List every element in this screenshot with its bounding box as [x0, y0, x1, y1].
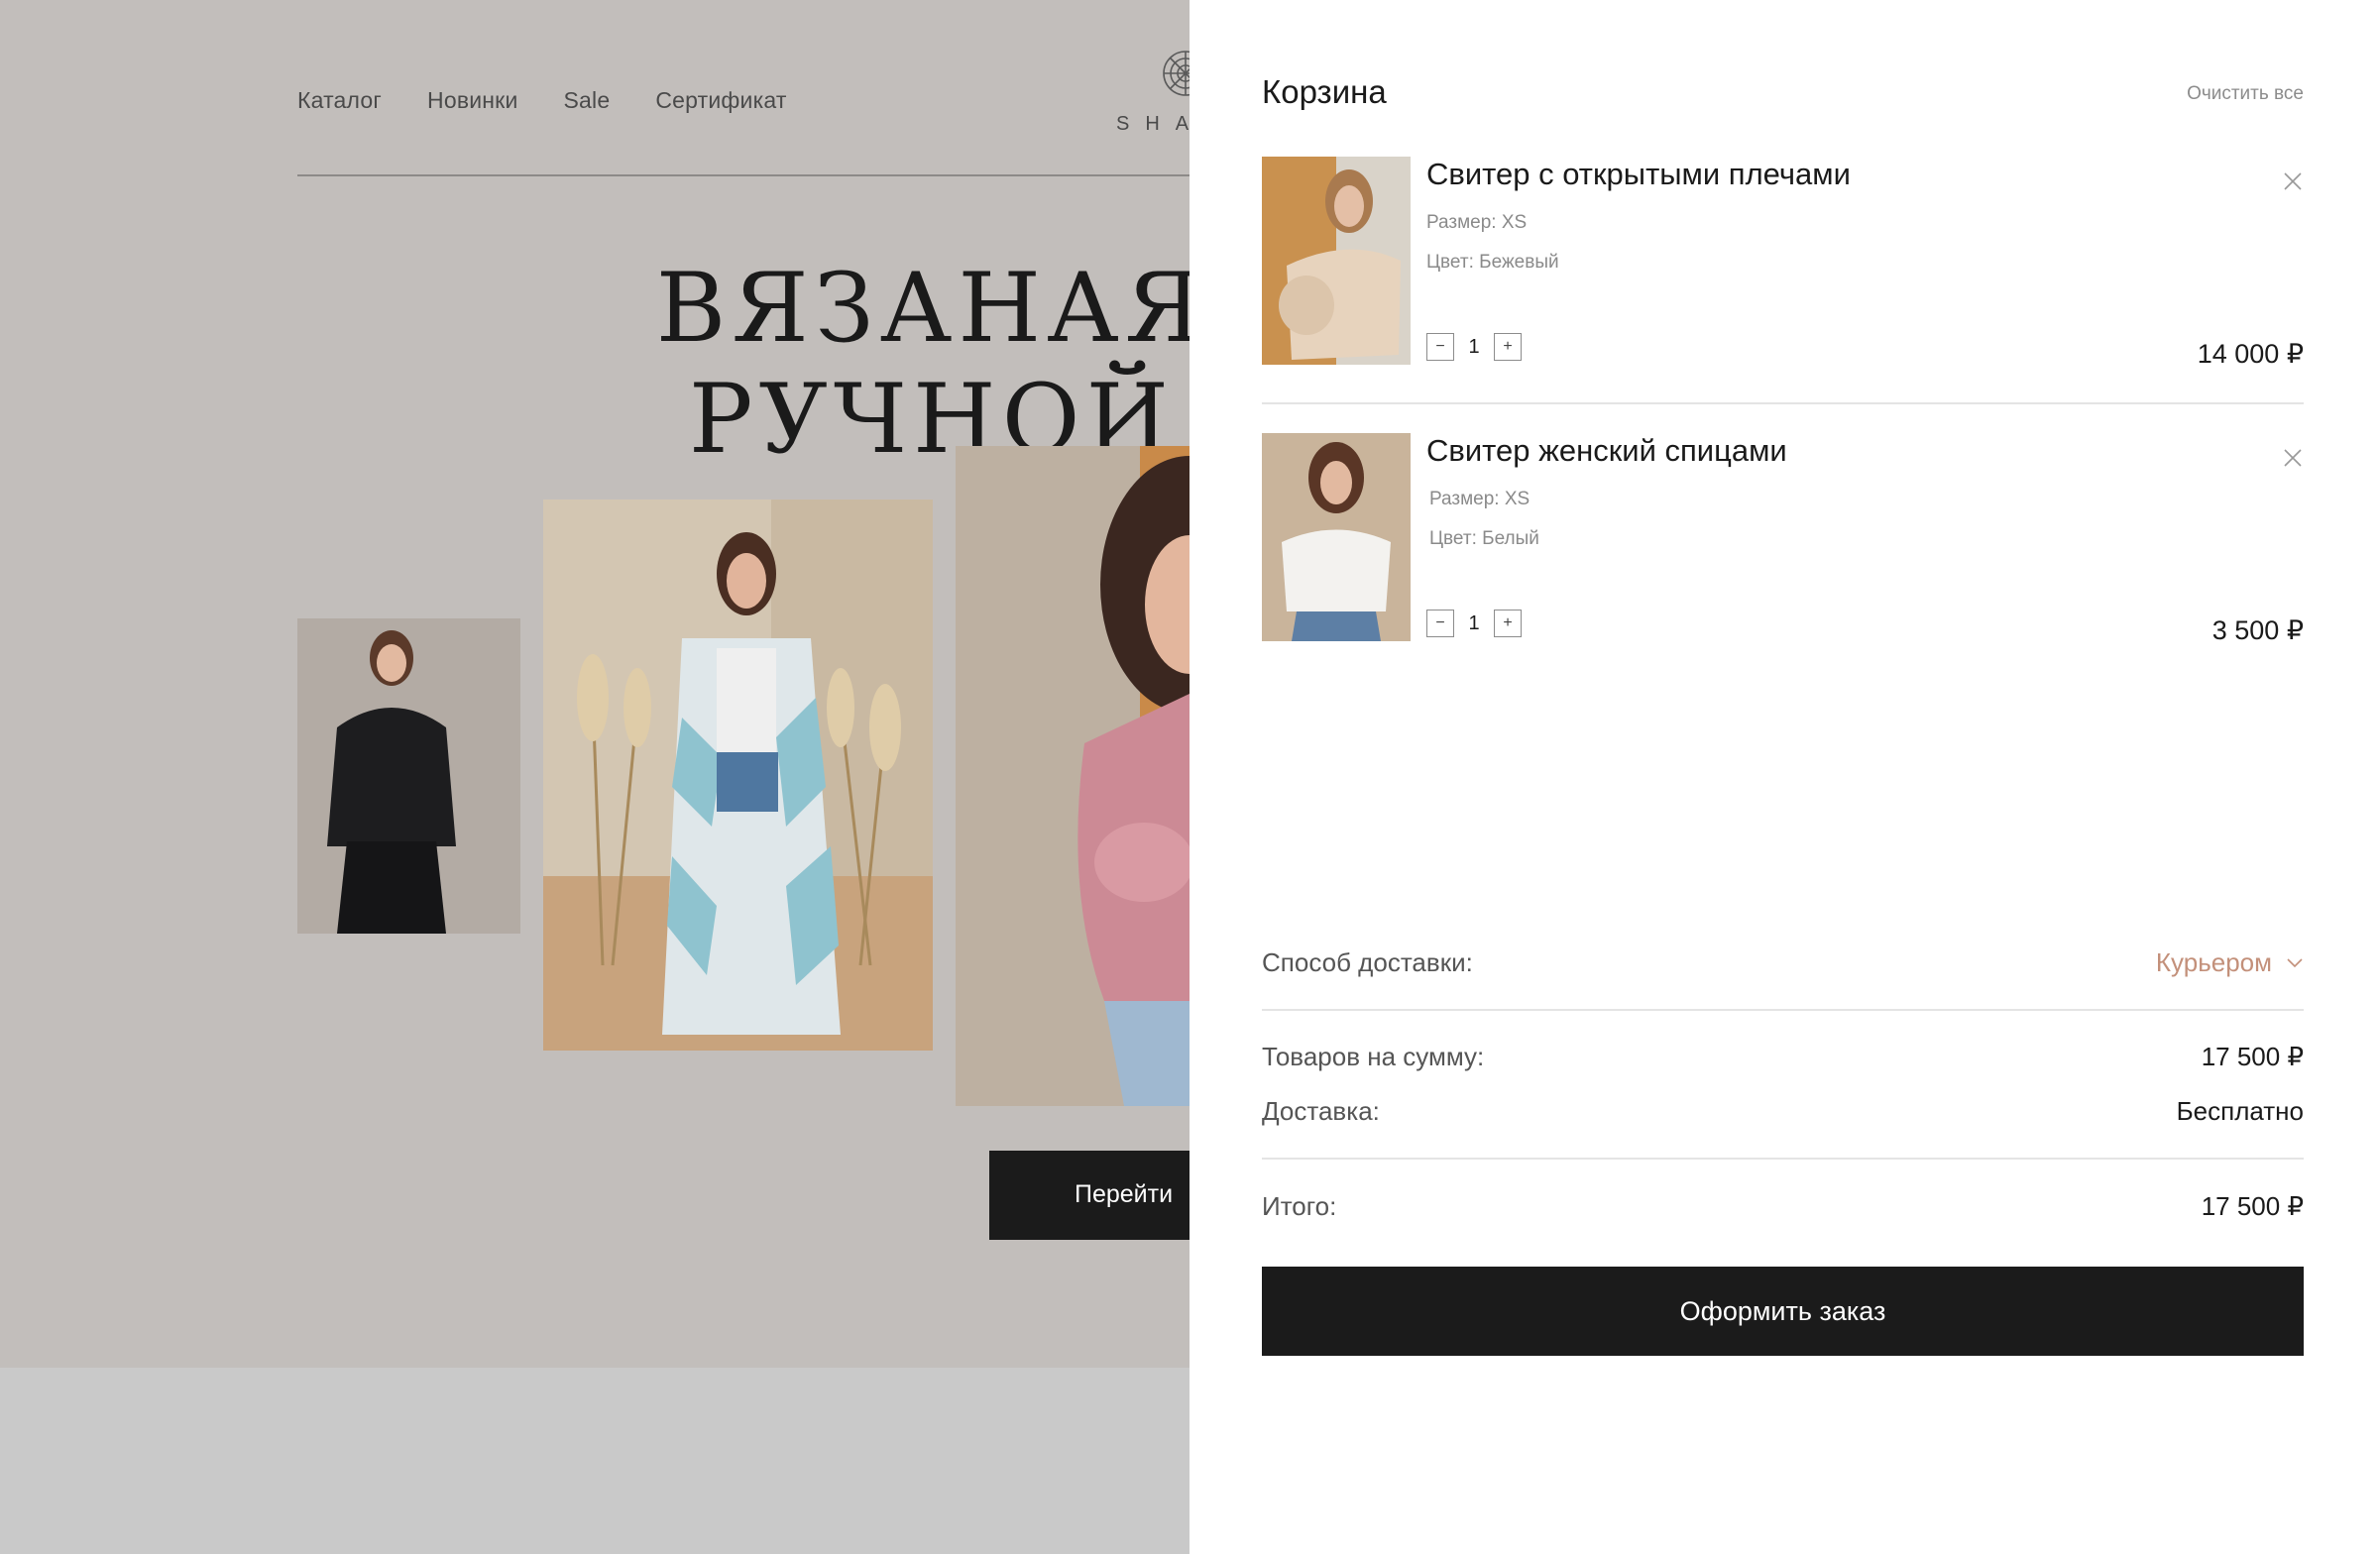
goods-sum-label: Товаров на сумму: [1262, 1042, 1485, 1071]
model-photo-pink-sweater [956, 446, 1190, 1106]
delivery-method-select[interactable]: Курьером [2156, 947, 2304, 978]
goods-sum-row: Товаров на сумму: 17 500 ₽ [1262, 1042, 2304, 1081]
main-nav: Каталог Новинки Sale Сертификат [297, 87, 787, 114]
nav-sale[interactable]: Sale [564, 87, 611, 114]
quantity-stepper: − 1 + [1426, 610, 1522, 637]
shipping-value: Бесплатно [2176, 1096, 2304, 1126]
shipping-row: Доставка: Бесплатно [1262, 1096, 2304, 1136]
qty-increase-button[interactable]: + [1494, 333, 1522, 361]
total-divider [1262, 1158, 2304, 1160]
header-divider [297, 174, 1190, 176]
nav-certificate[interactable]: Сертификат [655, 87, 786, 114]
chevron-down-icon [2287, 957, 2303, 967]
delivery-method-label: Способ доставки: [1262, 947, 1473, 977]
qty-value: 1 [1468, 611, 1480, 634]
cart-item-price: 14 000 ₽ [2197, 339, 2304, 369]
cart-drawer: Корзина Очистить все Свитер с открытыми … [1190, 0, 2380, 1554]
summary-divider [1262, 1009, 2304, 1011]
model-photo-long-cardigan [543, 500, 933, 1051]
hero-title-line1: ВЯЗАНАЯ [655, 253, 1208, 364]
cart-item-color: Цвет: Бежевый [1426, 252, 1559, 273]
qty-decrease-button[interactable]: − [1426, 333, 1454, 361]
hero-cta-label: Перейти [1075, 1180, 1174, 1208]
goods-sum-value: 17 500 ₽ [2201, 1042, 2304, 1071]
cart-item: Свитер с открытыми плечами Размер: XS Цв… [1262, 157, 2304, 369]
hero-cta-button[interactable]: Перейти [989, 1151, 1190, 1240]
total-value: 17 500 ₽ [2201, 1191, 2304, 1221]
qty-value: 1 [1468, 335, 1480, 358]
cart-item-image[interactable] [1262, 157, 1411, 365]
hero-title: ВЯЗАНАЯ РУЧНОЙ [634, 253, 1229, 475]
cart-item-color: Цвет: Белый [1429, 528, 1539, 549]
remove-item-close-icon[interactable] [2282, 447, 2304, 469]
nav-catalog[interactable]: Каталог [297, 87, 382, 114]
nav-new[interactable]: Новинки [427, 87, 517, 114]
model-photo-black-outfit [297, 618, 520, 934]
delivery-method-value: Курьером [2155, 947, 2272, 977]
cart-item-size: Размер: XS [1429, 489, 1530, 509]
qty-increase-button[interactable]: + [1494, 610, 1522, 637]
checkout-button[interactable]: Оформить заказ [1262, 1267, 2304, 1356]
qty-decrease-button[interactable]: − [1426, 610, 1454, 637]
cart-title: Корзина [1262, 73, 1387, 110]
item-divider [1262, 402, 2304, 404]
remove-item-close-icon[interactable] [2282, 170, 2304, 192]
cart-item-price: 3 500 ₽ [2211, 615, 2304, 645]
cart-item-image[interactable] [1262, 433, 1411, 641]
cart-item-name: Свитер с открытыми плечами [1426, 157, 1851, 191]
total-label: Итого: [1262, 1191, 1337, 1221]
cart-item: Свитер женский спицами Размер: XS Цвет: … [1262, 433, 2304, 645]
delivery-method-row: Способ доставки: Курьером [1262, 947, 2304, 987]
quantity-stepper: − 1 + [1426, 333, 1522, 361]
brand-logo[interactable]: SHA [1110, 36, 1207, 145]
cart-item-size: Размер: XS [1426, 212, 1528, 233]
cart-item-name: Свитер женский спицами [1426, 433, 1787, 468]
clear-all-button[interactable]: Очистить все [2187, 83, 2304, 105]
shipping-label: Доставка: [1262, 1096, 1380, 1126]
total-row: Итого: 17 500 ₽ [1262, 1191, 2304, 1231]
